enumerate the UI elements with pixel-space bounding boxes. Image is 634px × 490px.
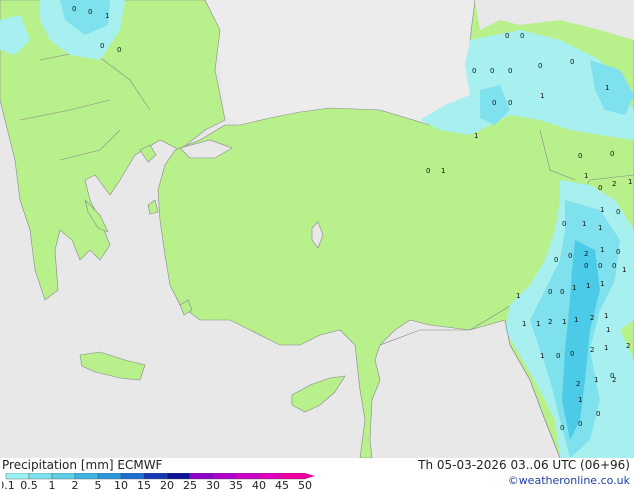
colorbar-tick-label: 15	[137, 479, 151, 490]
colorbar-tick-label: 1	[49, 479, 56, 490]
precip-point-label: 1	[604, 344, 608, 352]
precip-point-label: 1	[600, 246, 604, 254]
precip-point-label: 0	[598, 184, 602, 192]
precip-point-label: 0	[562, 220, 566, 228]
precip-point-label: 1	[584, 172, 588, 180]
precip-point-label: 1	[605, 84, 609, 92]
precip-point-label: 0	[548, 288, 552, 296]
site-credit[interactable]: ©weatheronline.co.uk	[508, 474, 630, 487]
colorbar-tick-label: 0.1	[2, 479, 15, 490]
precip-point-label: 0	[616, 208, 620, 216]
precip-point-label: 0	[612, 262, 616, 270]
precip-point-label: 0	[472, 67, 476, 75]
precip-point-label: 2	[626, 342, 630, 350]
precip-point-label: 1	[600, 206, 604, 214]
precip-point-label: 0	[505, 32, 509, 40]
precip-point-label: 0	[490, 67, 494, 75]
precip-point-label: 0	[508, 67, 512, 75]
precip-point-label: 0	[596, 410, 600, 418]
colorbar-tick-label: 25	[183, 479, 197, 490]
precip-point-label: 2	[576, 380, 580, 388]
precip-point-label: 0	[578, 152, 582, 160]
precip-point-label: 0	[492, 99, 496, 107]
precip-point-label: 1	[516, 292, 520, 300]
precip-point-label: 2	[548, 318, 552, 326]
black-sea	[205, 0, 480, 125]
precip-point-label: 1	[604, 312, 608, 320]
precip-point-label: 2	[590, 346, 594, 354]
precip-point-label: 2	[612, 180, 616, 188]
precip-point-label: 0	[598, 262, 602, 270]
precipitation-map: 10 00 00 00 00 0 010 0110 010 2 11 00 10 1 10 0 2 1 010 0 1 1…	[0, 0, 634, 458]
colorbar-tick-label: 5	[95, 479, 102, 490]
precip-point-label: 2	[584, 250, 588, 258]
precip-point-label: 0	[568, 252, 572, 260]
precip-point-label: 0	[520, 32, 524, 40]
precip-point-label: 0	[72, 5, 76, 13]
colorbar-tick-label: 50	[298, 479, 312, 490]
precip-point-label: 0	[117, 46, 121, 54]
colorbar-tick-label: 45	[275, 479, 289, 490]
precip-point-label: 0	[508, 99, 512, 107]
colorbar-tick-label: 40	[252, 479, 266, 490]
colorbar-tick-label: 35	[229, 479, 243, 490]
precip-point-label: 0	[560, 424, 564, 432]
precip-point-label: 1	[582, 220, 586, 228]
precip-point-label: 1	[578, 396, 582, 404]
precip-point-label: 0	[88, 8, 92, 16]
precip-point-label: 1	[522, 320, 526, 328]
map-footer: Precipitation [mm] ECMWF Th 05-03-2026 0…	[0, 458, 634, 490]
precip-point-label: 0	[426, 167, 430, 175]
precip-point-label: 1	[540, 92, 544, 100]
precip-point-label: 0	[584, 262, 588, 270]
precip-point-label: 1	[536, 320, 540, 328]
colorbar-tick-label: 30	[206, 479, 220, 490]
precip-point-label: 1	[622, 266, 626, 274]
precip-point-label: 0	[560, 288, 564, 296]
weather-map-screen: 1000000000001001100102110010110021010011…	[0, 0, 634, 490]
precip-point-label: 1	[594, 376, 598, 384]
precip-point-label: 1	[606, 326, 610, 334]
precip-point-label: 0	[554, 256, 558, 264]
precip-point-label: 1	[600, 280, 604, 288]
colorbar-tick-label: 2	[72, 479, 79, 490]
colorbar-tick-label: 20	[160, 479, 174, 490]
precip-point-label: 2	[612, 376, 616, 384]
precip-point-label: 0	[578, 420, 582, 428]
precip-point-label: 0	[538, 62, 542, 70]
precip-point-label: 1	[598, 224, 602, 232]
precip-point-label: 0	[570, 58, 574, 66]
precip-point-label: 1	[574, 316, 578, 324]
colorbar-tick-label: 0.5	[20, 479, 38, 490]
precip-point-label: 0	[570, 350, 574, 358]
precip-point-label: 1	[562, 318, 566, 326]
precip-point-label: 0	[616, 248, 620, 256]
precip-point-label: 1	[586, 282, 590, 290]
precip-point-label: 1	[628, 178, 632, 186]
precip-point-label: 0	[100, 42, 104, 50]
precip-point-label: 1	[540, 352, 544, 360]
precip-point-label: 1	[474, 132, 478, 140]
precip-point-label: 1	[105, 12, 109, 20]
precip-point-label: 0	[556, 352, 560, 360]
colorbar-tick-label: 10	[114, 479, 128, 490]
precip-point-label: 0	[610, 150, 614, 158]
precip-point-label: 1	[572, 284, 576, 292]
precipitation-colorbar: 0.10.5125101520253035404550	[2, 473, 315, 490]
map-title: Precipitation [mm] ECMWF	[2, 458, 163, 472]
valid-time: Th 05-03-2026 03..06 UTC (06+96)	[418, 458, 630, 472]
precip-point-label: 2	[590, 314, 594, 322]
precip-point-label: 1	[441, 167, 445, 175]
